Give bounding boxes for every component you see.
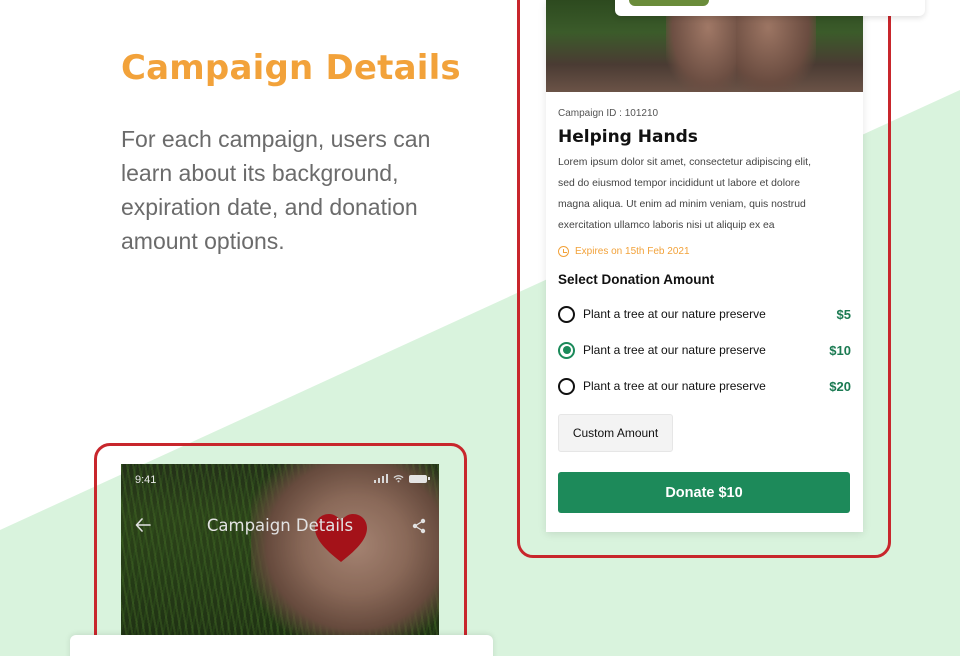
radio-button[interactable] bbox=[558, 305, 575, 323]
option-amount: $20 bbox=[829, 378, 851, 394]
clock-icon bbox=[558, 246, 569, 257]
campaign-title: Helping Hands bbox=[558, 127, 698, 147]
top-preview-card bbox=[615, 0, 925, 16]
donation-option[interactable]: Plant a tree at our nature preserve $5 bbox=[558, 304, 851, 324]
phone-screen: 9:41 Campaign Details bbox=[121, 464, 439, 644]
option-label: Plant a tree at our nature preserve bbox=[583, 343, 766, 357]
donation-option[interactable]: Plant a tree at our nature preserve $20 bbox=[558, 376, 851, 396]
donate-button[interactable]: Donate $10 bbox=[558, 472, 850, 513]
expiry-text: Expires on 15th Feb 2021 bbox=[575, 246, 690, 257]
option-amount: $10 bbox=[829, 342, 851, 358]
thumbnail-image bbox=[629, 0, 709, 6]
section-heading: Campaign Details bbox=[121, 48, 461, 88]
bottom-preview-card bbox=[70, 635, 493, 656]
option-label: Plant a tree at our nature preserve bbox=[583, 379, 766, 393]
custom-amount-button[interactable]: Custom Amount bbox=[558, 414, 673, 452]
donation-option[interactable]: Plant a tree at our nature preserve $10 bbox=[558, 340, 851, 360]
expiry-info: Expires on 15th Feb 2021 bbox=[558, 246, 690, 257]
campaign-detail-card: Campaign ID : 101210 Helping Hands Lorem… bbox=[546, 0, 863, 532]
radio-button[interactable] bbox=[558, 377, 575, 395]
section-description: For each campaign, users can learn about… bbox=[121, 126, 431, 254]
status-time: 9:41 bbox=[135, 474, 157, 486]
campaign-id: Campaign ID : 101210 bbox=[558, 108, 659, 119]
select-amount-label: Select Donation Amount bbox=[558, 272, 715, 287]
status-icons bbox=[373, 474, 430, 483]
image-overlay bbox=[121, 464, 439, 644]
description-line: magna aliqua. Ut enim ad minim veniam, q… bbox=[558, 199, 806, 210]
description-line: sed do eiusmod tempor incididunt ut labo… bbox=[558, 178, 801, 189]
battery-icon bbox=[409, 474, 430, 483]
share-icon[interactable] bbox=[411, 518, 427, 534]
description-line: exercitation ullamco laboris nisi ut ali… bbox=[558, 220, 775, 231]
signal-icon bbox=[373, 474, 388, 483]
radio-button-selected[interactable] bbox=[558, 341, 575, 359]
campaign-description: Lorem ipsum dolor sit amet, consectetur … bbox=[558, 152, 854, 236]
phone-nav-title: Campaign Details bbox=[206, 516, 354, 535]
option-amount: $5 bbox=[836, 306, 851, 322]
option-label: Plant a tree at our nature preserve bbox=[583, 307, 766, 321]
wifi-icon bbox=[393, 475, 404, 483]
description-line: Lorem ipsum dolor sit amet, consectetur … bbox=[558, 157, 811, 168]
